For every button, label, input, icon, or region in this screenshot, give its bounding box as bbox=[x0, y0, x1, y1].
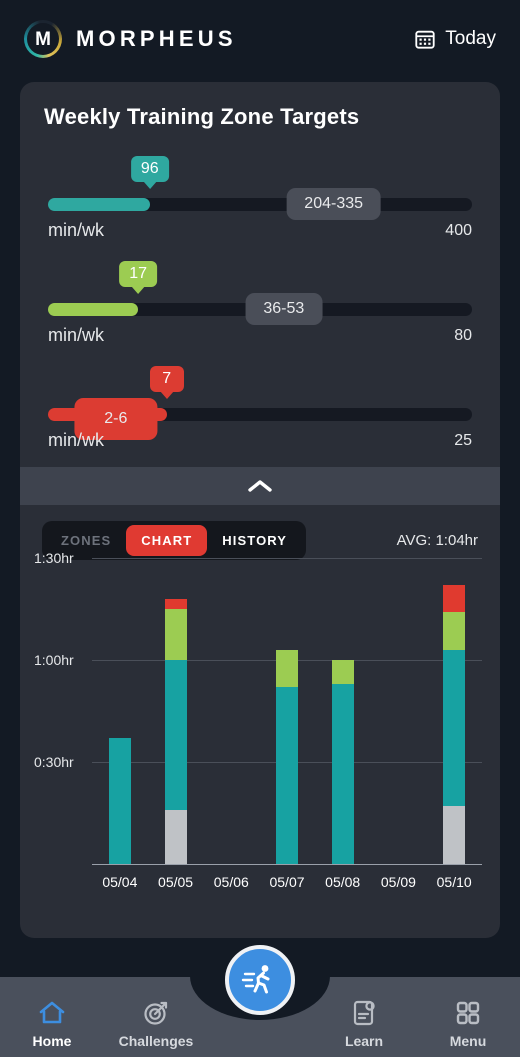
tab-history[interactable]: HISTORY bbox=[207, 525, 302, 556]
chart-bar[interactable] bbox=[443, 585, 466, 864]
today-button[interactable]: Today bbox=[414, 28, 496, 50]
chart-bar-segment-zone-2 bbox=[331, 660, 354, 684]
grid-icon bbox=[456, 1001, 480, 1024]
chart-bar[interactable] bbox=[108, 738, 131, 864]
chart-bar-segment-zone-2 bbox=[164, 609, 187, 660]
chart-bar-segment-zone-3 bbox=[164, 598, 187, 609]
nav-label-challenges: Challenges bbox=[118, 1032, 194, 1049]
x-axis-tick-label: 05/04 bbox=[102, 874, 138, 890]
x-axis-tick-label: 05/08 bbox=[325, 874, 361, 890]
morpheus-ring-icon: M bbox=[24, 20, 62, 58]
average-label: AVG: 1:04hr bbox=[396, 532, 478, 549]
target-range-badge: 204-335 bbox=[286, 188, 382, 220]
training-zone-card: Weekly Training Zone Targets 96 204-335 … bbox=[20, 82, 500, 938]
zone-sliders: 96 204-335 min/wk 400 17 36-53 min/wk 80… bbox=[20, 130, 500, 461]
nav-label-menu: Menu bbox=[449, 1032, 487, 1049]
nav-item-home[interactable]: Home bbox=[0, 986, 104, 1049]
nav-item-learn[interactable]: Learn bbox=[312, 986, 416, 1049]
slider-unit-label: min/wk bbox=[48, 430, 105, 450]
start-workout-fab[interactable] bbox=[225, 945, 295, 1015]
x-axis-tick-label: 05/10 bbox=[436, 874, 472, 890]
book-icon bbox=[353, 1000, 375, 1025]
chart-bar-segment-zone-1 bbox=[108, 738, 131, 864]
today-label: Today bbox=[445, 28, 496, 49]
training-chart: 0:30hr 1:00hr 1:30hr 05/04 05/05 05/06 05/07 05… bbox=[28, 550, 492, 904]
brand-logo: M MORPHEUS bbox=[24, 20, 237, 58]
chart-bar-segment-zone-2 bbox=[443, 612, 466, 650]
x-axis-tick-label: 05/07 bbox=[269, 874, 305, 890]
chevron-up-icon bbox=[248, 480, 272, 492]
chart-bar-segment-recovery bbox=[443, 806, 466, 864]
runner-icon bbox=[241, 965, 270, 994]
home-icon bbox=[39, 1001, 65, 1023]
collapse-toggle[interactable] bbox=[20, 467, 500, 505]
chart-bar-segment-recovery bbox=[164, 809, 187, 864]
slider-fill bbox=[48, 303, 139, 316]
slider-max-label: 25 bbox=[454, 432, 472, 449]
nav-item-menu[interactable]: Menu bbox=[416, 986, 520, 1049]
slider-fill bbox=[48, 198, 150, 211]
gridline bbox=[92, 558, 482, 559]
target-icon bbox=[144, 1001, 168, 1025]
x-axis-tick-label: 05/06 bbox=[213, 874, 249, 890]
slider-value-bubble: 17 bbox=[119, 261, 157, 287]
y-axis-tick-label: 1:00hr bbox=[34, 652, 74, 668]
slider-value-bubble: 7 bbox=[149, 366, 184, 392]
chart-tabs-row: ZONES CHART HISTORY AVG: 1:04hr bbox=[20, 505, 500, 560]
target-range-badge: 36-53 bbox=[245, 293, 323, 325]
zone-slider-1[interactable]: 96 204-335 min/wk 400 bbox=[48, 146, 472, 251]
app-header: M MORPHEUS Today bbox=[0, 0, 520, 78]
slider-unit-label: min/wk bbox=[48, 220, 105, 240]
zone-slider-3[interactable]: 7 2-6 min/wk 25 bbox=[48, 356, 472, 461]
chart-bar-segment-zone-3 bbox=[443, 585, 466, 613]
chart-bar-segment-zone-1 bbox=[331, 683, 354, 864]
zone-slider-2[interactable]: 17 36-53 min/wk 80 bbox=[48, 251, 472, 356]
brand-name: MORPHEUS bbox=[76, 26, 237, 51]
logo-letter: M bbox=[35, 28, 51, 50]
slider-max-label: 400 bbox=[445, 222, 472, 239]
slider-max-label: 80 bbox=[454, 327, 472, 344]
nav-label-learn: Learn bbox=[344, 1032, 384, 1049]
x-axis-line bbox=[92, 864, 482, 865]
page-title: Weekly Training Zone Targets bbox=[44, 104, 360, 129]
y-axis-tick-label: 1:30hr bbox=[34, 550, 74, 566]
slider-unit-label: min/wk bbox=[48, 325, 105, 345]
tab-chart[interactable]: CHART bbox=[126, 525, 208, 556]
slider-value-bubble: 96 bbox=[130, 156, 169, 182]
chart-bar[interactable] bbox=[276, 649, 298, 864]
nav-label-home: Home bbox=[32, 1032, 72, 1049]
x-axis-tick-label: 05/09 bbox=[380, 874, 416, 890]
chart-bar[interactable] bbox=[164, 598, 187, 864]
chart-bar-segment-zone-1 bbox=[443, 649, 466, 807]
chart-bar-segment-zone-1 bbox=[164, 660, 187, 810]
bottom-navigation: Home Challenges Learn Menu bbox=[0, 945, 520, 1057]
chart-bar-segment-zone-1 bbox=[276, 687, 298, 864]
chart-bar[interactable] bbox=[331, 660, 354, 864]
x-axis-tick-label: 05/05 bbox=[158, 874, 194, 890]
chart-bar-segment-zone-2 bbox=[276, 649, 298, 688]
calendar-icon bbox=[415, 30, 435, 49]
nav-item-challenges[interactable]: Challenges bbox=[104, 986, 208, 1049]
y-axis-tick-label: 0:30hr bbox=[34, 754, 74, 770]
segmented-tabs: ZONES CHART HISTORY bbox=[42, 521, 307, 560]
